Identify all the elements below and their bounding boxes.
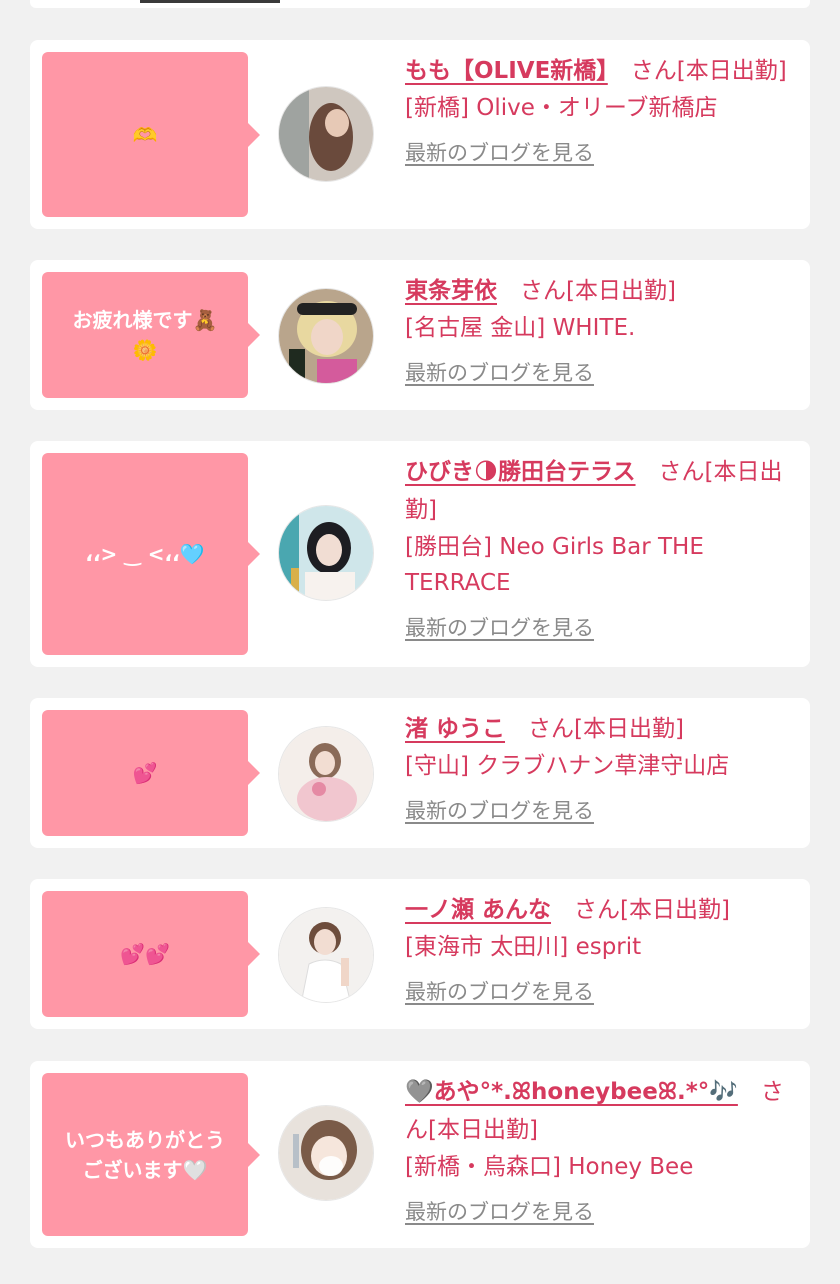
view-blog-link[interactable]: 最新のブログを見る xyxy=(405,609,594,647)
avatar[interactable] xyxy=(278,1105,374,1201)
shop-label[interactable]: [新橋・烏森口] Honey Bee xyxy=(405,1149,795,1185)
message-bubble: お疲れ様です🧸 🌼 xyxy=(42,272,260,398)
avatar[interactable] xyxy=(278,505,374,601)
girl-name-link[interactable]: 一ノ瀬 あんな xyxy=(405,897,551,923)
avatar-photo-icon xyxy=(279,506,373,600)
message-bubble: 💕💕 xyxy=(42,891,260,1017)
view-blog-link[interactable]: 最新のブログを見る xyxy=(405,354,594,392)
avatar-photo-icon xyxy=(279,87,373,181)
message-bubble: 💕 xyxy=(42,710,260,836)
message-bubble: 🫶 xyxy=(42,52,260,217)
blog-card: ،،> ‿ <،،🩵 ひびき🌗勝田台テラス さん[本日出勤] [勝田台] Neo… xyxy=(30,441,810,667)
entry-info: ひびき🌗勝田台テラス さん[本日出勤] [勝田台] Neo Girls Bar … xyxy=(405,453,795,647)
message-text: いつもありがとう ございます🤍 xyxy=(65,1127,225,1182)
entry-info: 一ノ瀬 あんな さん[本日出勤] [東海市 太田川] esprit 最新のブログ… xyxy=(405,891,795,1011)
blog-card: いつもありがとう ございます🤍 🩶あや°*.ꕤhoneybeeꕤ.*°🎶 さん[… xyxy=(30,1061,810,1248)
status-text: さん[本日出勤] xyxy=(505,716,684,742)
avatar-photo-icon xyxy=(279,908,373,1002)
status-text: さん[本日出勤] xyxy=(607,58,787,84)
avatar[interactable] xyxy=(278,726,374,822)
shop-label[interactable]: [東海市 太田川] esprit xyxy=(405,929,795,965)
view-blog-link[interactable]: 最新のブログを見る xyxy=(405,973,594,1011)
avatar[interactable] xyxy=(278,907,374,1003)
message-text: 💕💕 xyxy=(120,942,170,966)
message-bubble: いつもありがとう ございます🤍 xyxy=(42,1073,260,1236)
shop-label[interactable]: [勝田台] Neo Girls Bar THE TERRACE xyxy=(405,529,795,601)
shop-label[interactable]: [名古屋 金山] WHITE. xyxy=(405,310,795,346)
previous-card-divider xyxy=(140,0,280,3)
avatar-photo-icon xyxy=(279,727,373,821)
view-blog-link[interactable]: 最新のブログを見る xyxy=(405,792,594,830)
avatar[interactable] xyxy=(278,86,374,182)
girl-name-link[interactable]: 東条芽依 xyxy=(405,278,497,304)
entry-info: 渚 ゆうこ さん[本日出勤] [守山] クラブハナン草津守山店 最新のブログを見… xyxy=(405,710,795,830)
view-blog-link[interactable]: 最新のブログを見る xyxy=(405,134,594,172)
girl-name-link[interactable]: 🩶あや°*.ꕤhoneybeeꕤ.*°🎶 xyxy=(405,1079,738,1105)
entry-info: 🩶あや°*.ꕤhoneybeeꕤ.*°🎶 さん[本日出勤] [新橋・烏森口] H… xyxy=(405,1073,795,1231)
entry-info: 東条芽依 さん[本日出勤] [名古屋 金山] WHITE. 最新のブログを見る xyxy=(405,272,795,392)
blog-card: お疲れ様です🧸 🌼 東条芽依 さん[本日出勤] [名古屋 金山] WHITE. … xyxy=(30,260,810,410)
avatar-photo-icon xyxy=(279,1106,373,1200)
girl-name-link[interactable]: ひびき🌗勝田台テラス xyxy=(405,459,636,485)
message-bubble: ،،> ‿ <،،🩵 xyxy=(42,453,260,655)
avatar-photo-icon xyxy=(279,289,373,383)
message-text: お疲れ様です🧸 🌼 xyxy=(72,308,218,362)
blog-card: 💕 渚 ゆうこ さん[本日出勤] [守山] クラブハナン草津守山店 最新のブログ… xyxy=(30,698,810,848)
shop-label[interactable]: [守山] クラブハナン草津守山店 xyxy=(405,748,795,784)
message-text: 💕 xyxy=(132,761,158,785)
status-text: さん[本日出勤] xyxy=(497,278,676,304)
status-text: さん[本日出勤] xyxy=(551,897,730,923)
message-text: 🫶 xyxy=(132,122,158,147)
girl-name-link[interactable]: 渚 ゆうこ xyxy=(405,716,505,742)
shop-label[interactable]: [新橋] Olive・オリーブ新橋店 xyxy=(405,90,795,126)
blog-card: 🫶 もも【OLIVE新橋】 さん[本日出勤] [新橋] Olive・オリーブ新橋… xyxy=(30,40,810,229)
girl-name-link[interactable]: もも【OLIVE新橋】 xyxy=(405,58,608,84)
view-blog-link[interactable]: 最新のブログを見る xyxy=(405,1193,594,1231)
top-strip xyxy=(0,0,840,10)
message-text: ،،> ‿ <،،🩵 xyxy=(85,542,205,566)
blog-card: 💕💕 一ノ瀬 あんな さん[本日出勤] [東海市 太田川] esprit 最新の… xyxy=(30,879,810,1029)
entry-info: もも【OLIVE新橋】 さん[本日出勤] [新橋] Olive・オリーブ新橋店 … xyxy=(405,52,795,172)
avatar[interactable] xyxy=(278,288,374,384)
